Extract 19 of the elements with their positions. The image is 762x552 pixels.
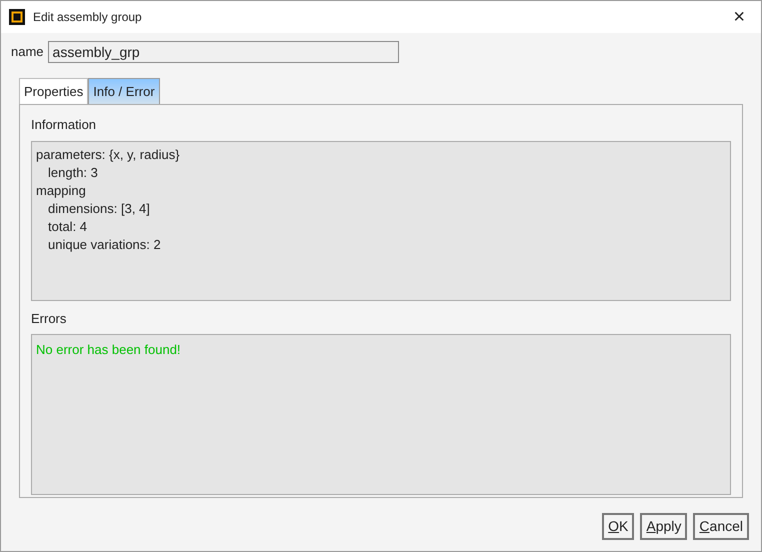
close-button[interactable]: ×	[729, 7, 749, 27]
info-line: total: 4	[47, 218, 88, 236]
tab[interactable]: Properties	[19, 78, 88, 104]
dialog-button[interactable]: Cancel	[693, 513, 749, 540]
window-title: Edit assembly group	[33, 9, 142, 26]
information-heading: Information	[31, 116, 98, 134]
dialog-button[interactable]: Apply	[640, 513, 688, 540]
errors-heading: Errors	[31, 310, 68, 328]
error-message: No error has been found!	[36, 342, 181, 357]
app-icon	[9, 9, 25, 25]
info-line: parameters: {x, y, radius}	[36, 146, 181, 164]
info-line: unique variations: 2	[47, 236, 162, 254]
tab[interactable]: Info / Error	[88, 78, 160, 104]
info-line: length: 3	[47, 164, 99, 182]
info-line: mapping	[36, 182, 87, 200]
name-label: name	[11, 43, 44, 62]
name-field[interactable]: assembly_grp	[48, 41, 399, 63]
dialog-button[interactable]: OK	[602, 513, 634, 540]
info-line: dimensions: [3, 4]	[47, 200, 151, 218]
